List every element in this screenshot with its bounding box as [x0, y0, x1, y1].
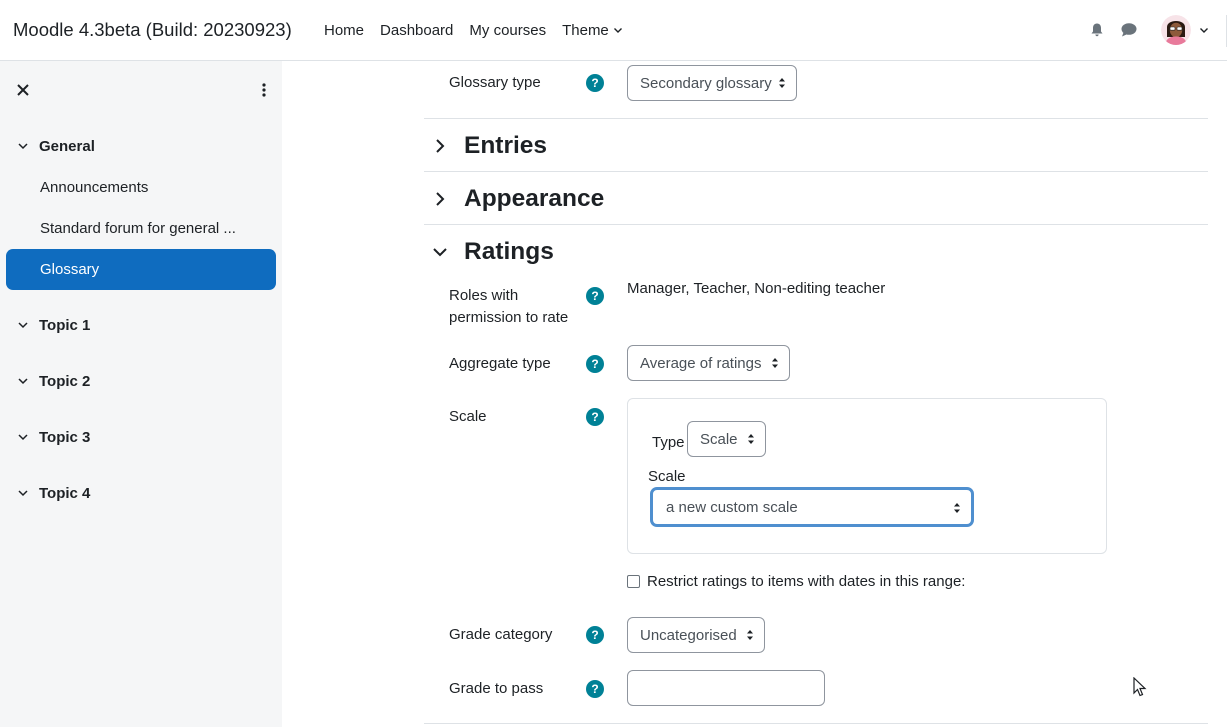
activity-label: Announcements — [40, 179, 149, 196]
section-label: Topic 1 — [39, 316, 91, 334]
nav-link-label: Dashboard — [380, 21, 454, 39]
section-toggle-ratings[interactable]: Ratings — [430, 235, 554, 269]
scale-group: Type Scale Scale a new custom scale — [627, 398, 1107, 554]
mouse-cursor-icon — [1133, 676, 1147, 701]
select-value: Secondary glossary — [640, 74, 772, 92]
scale-select-label: Scale — [648, 468, 686, 485]
site-brand[interactable]: Moodle 4.3beta (Build: 20230923) — [13, 19, 292, 41]
section-divider — [424, 118, 1208, 119]
course-section-general[interactable]: General — [16, 134, 95, 158]
help-icon[interactable]: ? — [586, 287, 604, 305]
chevron-right-icon — [430, 189, 450, 209]
roles-value: Manager, Teacher, Non-editing teacher — [627, 280, 886, 297]
chevron-down-icon — [16, 430, 30, 444]
activity-label: Glossary — [40, 261, 100, 278]
course-section-topic-4[interactable]: Topic 4 — [16, 481, 90, 505]
nav-link-label: My courses — [469, 21, 547, 39]
nav-link-label: Theme — [562, 21, 609, 39]
roles-label-line: permission to rate — [449, 309, 569, 326]
section-divider — [424, 171, 1208, 172]
section-label: Topic 4 — [39, 484, 91, 502]
scale-type-select[interactable]: Scale — [687, 421, 766, 457]
aggregate-type-label: Aggregate type — [449, 355, 551, 372]
section-label: General — [39, 137, 95, 155]
select-arrows-icon — [748, 434, 754, 444]
help-icon[interactable]: ? — [586, 626, 604, 644]
chevron-right-icon — [430, 136, 450, 156]
section-title: Appearance — [464, 185, 605, 212]
chevron-down-icon — [16, 318, 30, 332]
grade-to-pass-input[interactable] — [627, 670, 825, 706]
nav-link-theme[interactable]: Theme — [554, 22, 631, 39]
nav-link-label: Home — [324, 21, 365, 39]
grade-category-select[interactable]: Uncategorised — [627, 617, 765, 653]
section-toggle-appearance[interactable]: Appearance — [430, 182, 604, 216]
nav-link-dashboard[interactable]: Dashboard — [372, 22, 461, 39]
select-arrows-icon — [747, 630, 753, 640]
primary-navigation: Home Dashboard My courses Theme — [316, 0, 631, 60]
restrict-ratings-label[interactable]: Restrict ratings to items with dates in … — [647, 573, 965, 590]
nav-link-home[interactable]: Home — [316, 22, 372, 39]
scale-select[interactable]: a new custom scale — [650, 487, 974, 527]
chevron-down-icon — [16, 374, 30, 388]
roles-label: Roles with permission to rate — [449, 285, 568, 329]
activity-item-glossary[interactable]: Glossary — [6, 249, 276, 290]
close-icon[interactable] — [11, 78, 35, 102]
section-toggle-entries[interactable]: Entries — [430, 129, 547, 163]
help-icon[interactable]: ? — [586, 74, 604, 92]
activity-item-announcements[interactable]: Announcements — [6, 167, 276, 208]
activity-label: Standard forum for general ... — [40, 220, 236, 237]
nav-link-my-courses[interactable]: My courses — [461, 22, 554, 39]
help-icon[interactable]: ? — [586, 355, 604, 373]
course-index-drawer: General Announcements Standard forum for… — [0, 61, 282, 727]
chevron-down-icon — [613, 22, 623, 39]
section-title: Ratings — [464, 238, 554, 265]
course-section-topic-1[interactable]: Topic 1 — [16, 313, 90, 337]
roles-label-line: Roles with — [449, 287, 519, 304]
chevron-down-icon — [16, 139, 30, 153]
help-icon[interactable]: ? — [586, 680, 604, 698]
select-arrows-icon — [954, 503, 960, 513]
restrict-ratings-checkbox[interactable] — [627, 575, 640, 588]
user-navigation — [1081, 0, 1227, 60]
chevron-down-icon — [430, 242, 450, 262]
select-value: Uncategorised — [640, 626, 737, 644]
select-value: Average of ratings — [640, 354, 762, 372]
select-arrows-icon — [779, 78, 785, 88]
select-value: a new custom scale — [666, 498, 798, 516]
select-arrows-icon — [772, 358, 778, 368]
section-divider — [424, 723, 1208, 724]
avatar — [1161, 15, 1191, 45]
activity-item-standard-forum[interactable]: Standard forum for general ... — [6, 208, 276, 249]
glossary-type-label: Glossary type — [449, 74, 541, 91]
grade-category-label: Grade category — [449, 626, 553, 643]
glossary-type-select[interactable]: Secondary glossary — [627, 65, 797, 101]
chat-icon[interactable] — [1113, 14, 1145, 46]
scale-label: Scale — [449, 408, 487, 425]
chevron-down-icon — [16, 486, 30, 500]
course-section-topic-3[interactable]: Topic 3 — [16, 425, 90, 449]
bell-icon[interactable] — [1081, 14, 1113, 46]
top-navbar: Moodle 4.3beta (Build: 20230923) Home Da… — [0, 0, 1227, 61]
scale-type-label: Type — [652, 434, 685, 451]
course-section-topic-2[interactable]: Topic 2 — [16, 369, 90, 393]
aggregate-type-select[interactable]: Average of ratings — [627, 345, 790, 381]
section-label: Topic 2 — [39, 372, 91, 390]
select-value: Scale — [700, 430, 738, 448]
help-icon[interactable]: ? — [586, 408, 604, 426]
kebab-menu-icon[interactable] — [252, 78, 276, 102]
section-title: Entries — [464, 132, 548, 159]
section-label: Topic 3 — [39, 428, 91, 446]
chevron-down-icon — [1199, 22, 1209, 39]
user-menu[interactable] — [1161, 15, 1209, 45]
glossary-settings-form: Glossary type ? Secondary glossary Entri… — [282, 61, 1227, 727]
section-divider — [424, 224, 1208, 225]
grade-to-pass-label: Grade to pass — [449, 680, 544, 697]
